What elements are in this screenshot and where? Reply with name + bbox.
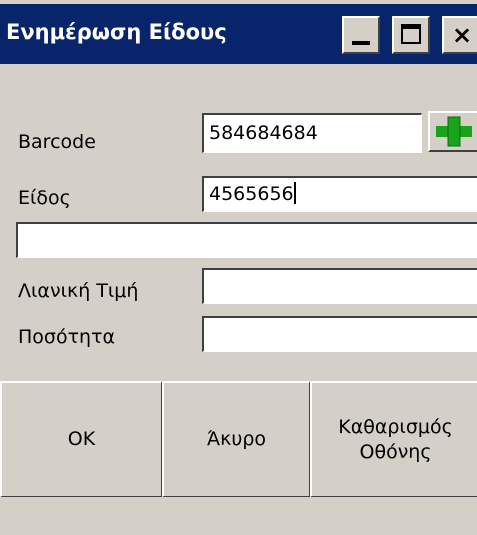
title-bar: Ενημέρωση Είδους × (0, 0, 477, 64)
cancel-button-label: Άκυρο (206, 428, 267, 450)
item-value: 4565656 (209, 183, 294, 205)
add-barcode-button[interactable] (428, 111, 477, 152)
item-field[interactable]: 4565656 (202, 176, 477, 212)
plus-icon (436, 116, 472, 147)
barcode-field[interactable]: 584684684 (202, 113, 422, 153)
retail-price-label: Λιανική Τιμή (18, 280, 139, 302)
quantity-label: Ποσότητα (18, 326, 116, 348)
retail-price-field[interactable] (202, 268, 477, 304)
item-label: Είδος (18, 187, 71, 209)
quantity-field[interactable] (202, 316, 477, 352)
ok-button[interactable]: OK (0, 381, 162, 497)
maximize-icon (401, 24, 421, 44)
clear-screen-button-label: Καθαρισμός Οθόνης (338, 415, 453, 465)
clear-screen-label-line1: Καθαρισμός (338, 415, 453, 438)
text-cursor (293, 182, 296, 204)
close-button[interactable]: × (442, 16, 477, 54)
barcode-label: Barcode (18, 131, 96, 153)
minimize-button[interactable] (342, 16, 380, 54)
clear-screen-button[interactable]: Καθαρισμός Οθόνης (310, 381, 477, 497)
maximize-button[interactable] (392, 16, 430, 54)
minimize-icon (352, 41, 370, 45)
cancel-button[interactable]: Άκυρο (162, 381, 310, 497)
close-icon: × (452, 21, 473, 49)
window-title: Ενημέρωση Είδους (6, 20, 227, 44)
item-description-field[interactable] (16, 222, 477, 258)
clear-screen-label-line2: Οθόνης (359, 440, 432, 463)
ok-button-label: OK (67, 428, 96, 450)
